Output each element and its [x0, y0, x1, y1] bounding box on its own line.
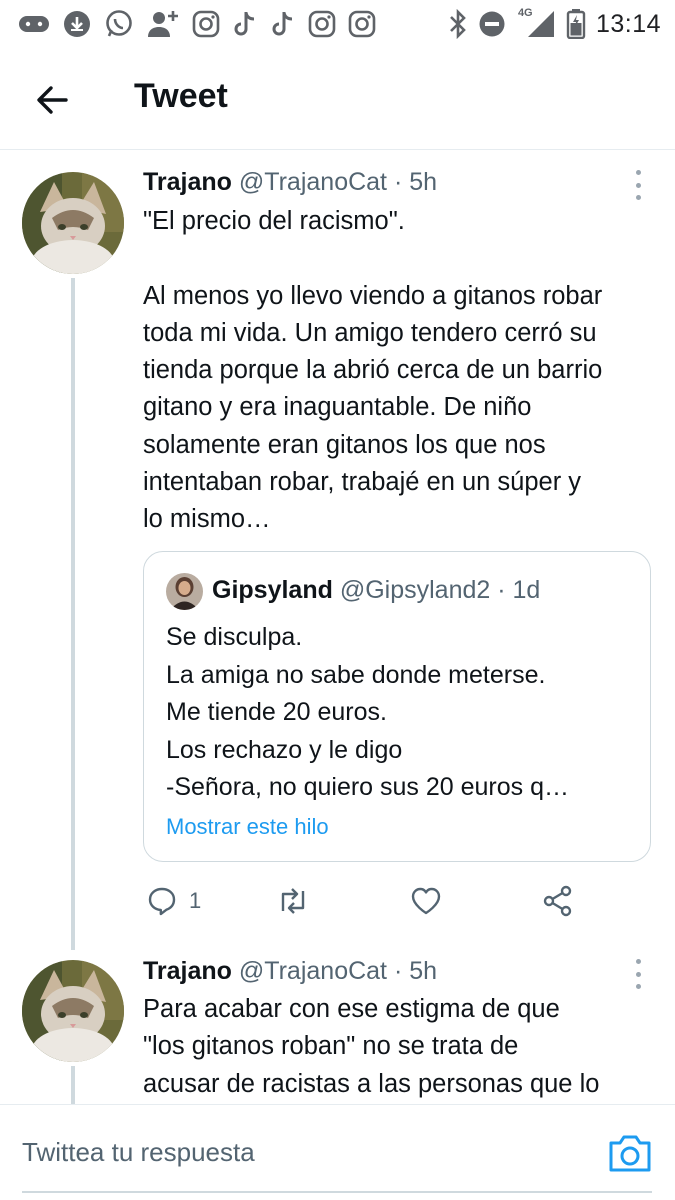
signal-icon: 4G: [516, 7, 556, 39]
download-icon: [64, 11, 90, 37]
reply-composer: Twittea tu respuesta: [0, 1104, 675, 1200]
tweet-text: "El precio del racismo". Al menos yo lle…: [143, 207, 603, 534]
separator: ·: [497, 576, 506, 604]
like-button[interactable]: [410, 886, 442, 916]
camera-icon: [609, 1135, 651, 1172]
bluetooth-icon: [450, 9, 466, 39]
retweet-icon: [281, 888, 305, 914]
author-name[interactable]: Trajano: [143, 957, 232, 985]
show-thread-link[interactable]: Mostrar este hilo: [166, 814, 329, 840]
arrow-left-icon: [37, 86, 68, 114]
reply-input[interactable]: Twittea tu respuesta: [22, 1137, 255, 1168]
quote-text: Se disculpa. La amiga no sabe donde mete…: [166, 623, 570, 801]
thread-connector: [71, 1066, 75, 1106]
instagram-icon: [308, 10, 336, 38]
tweet-text: Para acabar con ese estigma de que "los …: [143, 995, 600, 1098]
input-underline: [22, 1191, 652, 1193]
instagram-icon: [192, 10, 220, 38]
camera-button[interactable]: [607, 1131, 653, 1175]
separator: ·: [393, 168, 403, 196]
tweet-author: Trajano @TrajanoCat · 5h: [143, 168, 437, 197]
whatsapp-icon: [106, 10, 132, 37]
reply-icon: [148, 887, 176, 916]
do-not-disturb-icon: [479, 11, 505, 37]
reply-button[interactable]: 1: [147, 886, 201, 916]
retweet-button[interactable]: [275, 886, 311, 916]
quote-author-name[interactable]: Gipsyland: [212, 576, 333, 604]
quote-author-handle[interactable]: @Gipsyland2: [340, 576, 490, 604]
author-handle[interactable]: @TrajanoCat: [239, 168, 387, 196]
author-name[interactable]: Trajano: [143, 168, 232, 196]
network-type: 4G: [517, 7, 533, 19]
quoted-tweet[interactable]: Gipsyland @Gipsyland2 · 1d Se disculpa. …: [143, 551, 651, 862]
more-options-icon[interactable]: [626, 170, 650, 200]
tweet-author: Trajano @TrajanoCat · 5h: [143, 957, 437, 986]
instagram-icon: [348, 10, 376, 38]
heart-icon: [411, 887, 441, 915]
page-title: Tweet: [134, 77, 228, 115]
cat-avatar-image: [22, 172, 124, 274]
share-button[interactable]: [541, 884, 575, 918]
quote-author: Gipsyland @Gipsyland2 · 1d: [212, 576, 540, 605]
reply-count: 1: [189, 888, 202, 913]
avatar[interactable]: [22, 960, 124, 1062]
battery-icon: [566, 9, 586, 39]
profile-photo: [166, 573, 203, 610]
status-bar: 4G 13:14: [0, 0, 675, 50]
add-contact-icon: [148, 11, 178, 37]
quote-time: 1d: [512, 576, 541, 604]
more-options-icon[interactable]: [626, 959, 650, 989]
app-header: Tweet: [0, 50, 675, 150]
tiktok-icon: [234, 12, 255, 36]
tiktok-icon: [272, 12, 293, 36]
avatar[interactable]: [22, 172, 124, 274]
status-time: 13:14: [595, 9, 661, 38]
separator: ·: [393, 957, 403, 985]
thread-connector: [71, 278, 75, 950]
share-icon: [543, 885, 572, 917]
tweet-time[interactable]: 5h: [409, 957, 437, 985]
author-handle[interactable]: @TrajanoCat: [239, 957, 387, 985]
back-button[interactable]: [26, 76, 78, 124]
gamepad-icon: [19, 16, 49, 32]
system-icons: 4G 13:14: [448, 6, 661, 42]
tweet-time[interactable]: 5h: [409, 168, 437, 196]
notification-icons: [18, 6, 376, 42]
quote-avatar[interactable]: [166, 573, 203, 610]
cat-avatar-image: [22, 960, 124, 1062]
